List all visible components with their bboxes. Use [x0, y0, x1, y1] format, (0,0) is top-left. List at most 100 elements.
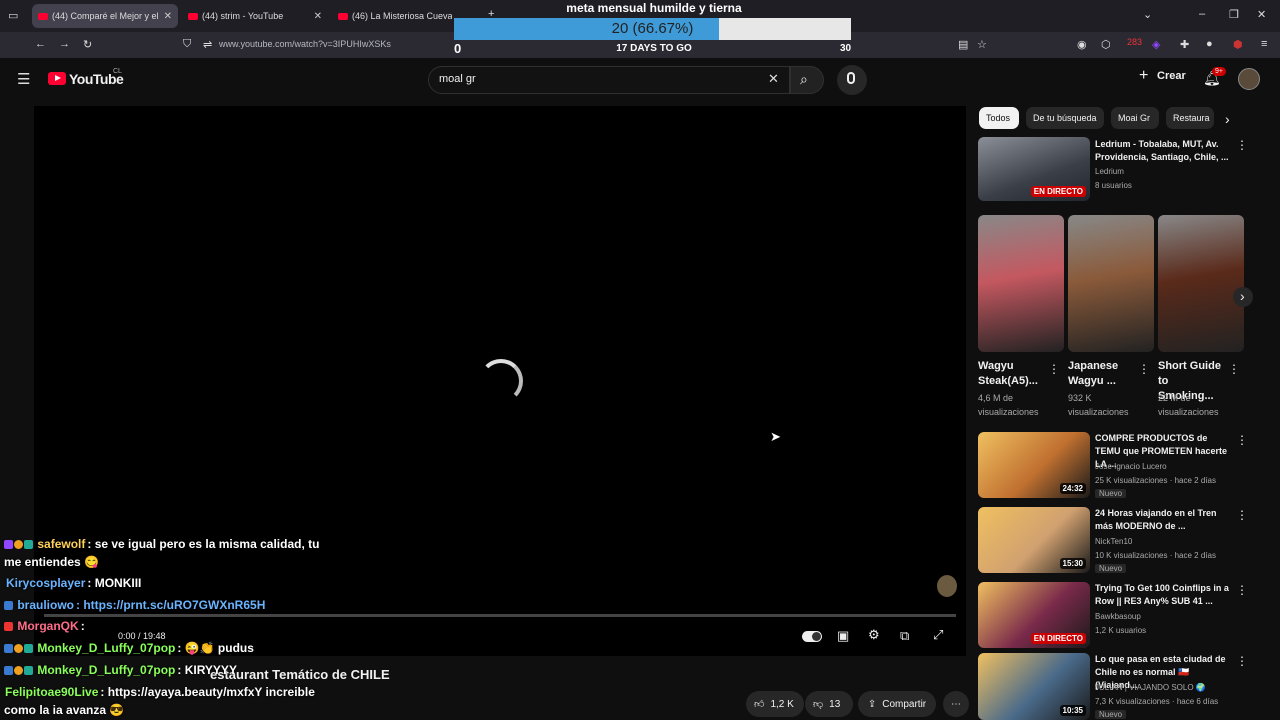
- short-thumbnail[interactable]: [1158, 215, 1244, 352]
- video-meta: 25 K visualizaciones · hace 2 días: [1095, 476, 1216, 485]
- url-bar[interactable]: www.youtube.com/watch?v=3IPUHIwXSKs: [219, 39, 391, 49]
- more-horizontal-icon: ⋯: [951, 698, 961, 710]
- share-icon: ⇪: [867, 698, 877, 710]
- fullscreen-icon[interactable]: ⤢: [933, 627, 943, 643]
- chat-text: : https://prnt.sc/uRO7GWXnR65H: [76, 598, 266, 612]
- chat-text: me entiendes 😋: [4, 555, 99, 569]
- dislike-button[interactable]: 👎︎ 13: [805, 691, 853, 717]
- chat-username[interactable]: Felipitoae90Live: [5, 685, 98, 699]
- video-thumbnail[interactable]: 24:32: [978, 432, 1090, 498]
- chevron-down-icon[interactable]: ⌄: [1143, 8, 1152, 21]
- chat-username[interactable]: safewolf: [37, 537, 85, 551]
- chip-todos[interactable]: Todos: [979, 107, 1019, 129]
- shorts-next-button[interactable]: ›: [1233, 287, 1253, 307]
- subtitles-icon[interactable]: ▣: [837, 628, 849, 644]
- chip-de-tu-busqueda[interactable]: De tu búsqueda: [1026, 107, 1104, 129]
- tab-3[interactable]: (46) La Misteriosa Cueva de C: [332, 4, 452, 28]
- short-thumbnail[interactable]: [978, 215, 1064, 352]
- maximize-icon[interactable]: ❐: [1229, 8, 1239, 21]
- puzzle-icon[interactable]: ✚: [1180, 38, 1189, 51]
- subscriber-badge-icon: [4, 540, 13, 549]
- channel-watermark[interactable]: [937, 575, 957, 597]
- featured-thumbnail[interactable]: EN DIRECTO: [978, 137, 1090, 201]
- youtube-logo-icon[interactable]: [48, 72, 66, 85]
- bookmark-star-icon[interactable]: ☆: [977, 38, 987, 51]
- more-vertical-icon[interactable]: ⋮: [1236, 583, 1248, 597]
- back-icon[interactable]: ←: [35, 38, 46, 50]
- forward-icon[interactable]: →: [59, 38, 70, 50]
- goal-progress-text: 20 (66.67%): [611, 20, 694, 37]
- more-vertical-icon[interactable]: ⋮: [1236, 433, 1248, 447]
- short-thumbnail[interactable]: [1068, 215, 1154, 352]
- video-thumbnail[interactable]: 15:30: [978, 507, 1090, 573]
- profile-extension-icon[interactable]: ●: [1206, 38, 1213, 50]
- twitch-extension-icon[interactable]: ◈: [1152, 38, 1160, 51]
- chip-moai-gr[interactable]: Moai Gr: [1111, 107, 1159, 129]
- miniplayer-icon[interactable]: ⧉: [900, 628, 909, 644]
- more-vertical-icon[interactable]: ⋮: [1228, 362, 1240, 376]
- tab-list-icon[interactable]: ▭: [8, 9, 18, 22]
- tab-2[interactable]: (44) strim - YouTube ✕: [182, 4, 328, 28]
- chat-message: como la ia avanza 😎: [4, 703, 124, 717]
- extension-icon[interactable]: ⬡: [1101, 38, 1111, 51]
- hamburger-menu-icon[interactable]: ☰: [17, 70, 30, 88]
- more-vertical-icon[interactable]: ⋮: [1236, 654, 1248, 668]
- chevron-right-icon[interactable]: ›: [1225, 111, 1230, 127]
- close-icon[interactable]: ✕: [314, 11, 322, 22]
- like-button[interactable]: 👍︎ 1,2 K: [746, 691, 804, 717]
- chat-username[interactable]: Kirycosplayer: [6, 576, 85, 590]
- settings-gear-icon[interactable]: ⚙: [868, 627, 880, 643]
- reader-view-icon[interactable]: ▤: [958, 38, 968, 51]
- region-code: CL: [113, 68, 122, 75]
- short-title[interactable]: Japanese Wagyu ...: [1068, 359, 1132, 389]
- goal-max: 30: [840, 43, 852, 54]
- chat-username[interactable]: Monkey_D_Luffy_07pop: [37, 663, 175, 677]
- clear-search-icon[interactable]: ✕: [768, 71, 779, 87]
- gift-badge-icon: [24, 540, 33, 549]
- video-channel[interactable]: JULIAN | VIAJANDO SOLO 🌍: [1095, 682, 1206, 694]
- close-icon[interactable]: ✕: [164, 11, 172, 22]
- short-title[interactable]: Wagyu Steak(A5)...: [978, 359, 1042, 389]
- site-permissions-icon[interactable]: ⇌: [203, 38, 212, 51]
- shield-icon[interactable]: ⛉: [183, 38, 191, 51]
- minimize-icon[interactable]: –: [1199, 8, 1205, 20]
- avatar[interactable]: [1238, 68, 1260, 90]
- chat-username[interactable]: MorganQK: [17, 619, 78, 633]
- search-box[interactable]: [428, 66, 790, 94]
- autoplay-toggle[interactable]: [802, 631, 822, 642]
- voice-search-button[interactable]: [837, 65, 867, 95]
- video-channel[interactable]: NickTen10: [1095, 536, 1132, 548]
- more-vertical-icon[interactable]: ⋮: [1138, 362, 1150, 376]
- more-vertical-icon[interactable]: ⋮: [1236, 508, 1248, 522]
- featured-title[interactable]: Ledrium - Tobalaba, MUT, Av. Providencia…: [1095, 138, 1230, 164]
- plus-icon[interactable]: +: [1139, 67, 1148, 85]
- video-thumbnail[interactable]: 10:35: [978, 653, 1090, 720]
- featured-channel[interactable]: Ledrium: [1095, 166, 1124, 178]
- video-thumbnail[interactable]: EN DIRECTO: [978, 582, 1090, 648]
- create-button[interactable]: Crear: [1157, 70, 1186, 82]
- video-title[interactable]: Trying To Get 100 Coinflips in a Row || …: [1095, 582, 1230, 608]
- notification-count-badge[interactable]: 283: [1127, 37, 1142, 47]
- chat-username[interactable]: Monkey_D_Luffy_07pop: [37, 641, 175, 655]
- reload-icon[interactable]: ↻: [83, 38, 92, 51]
- menu-icon[interactable]: ≡: [1261, 38, 1267, 50]
- more-vertical-icon[interactable]: ⋮: [1236, 138, 1248, 152]
- video-channel[interactable]: Bawkbasoup: [1095, 611, 1141, 623]
- chat-username[interactable]: brauliowo: [17, 598, 74, 612]
- video-title[interactable]: 24 Horas viajando en el Tren más MODERNO…: [1095, 507, 1230, 533]
- search-button[interactable]: ⌕: [790, 66, 824, 94]
- more-vertical-icon[interactable]: ⋮: [1048, 362, 1060, 376]
- share-button[interactable]: ⇪ Compartir: [858, 691, 936, 717]
- tab-1[interactable]: (44) Comparé el Mejor y el ✕: [32, 4, 178, 28]
- chip-restaurants[interactable]: Restaura: [1166, 107, 1214, 129]
- more-actions-button[interactable]: ⋯: [943, 691, 969, 717]
- youtube-favicon-icon: [188, 12, 198, 20]
- account-icon[interactable]: ◉: [1077, 38, 1087, 51]
- ublock-icon[interactable]: ⬢: [1233, 38, 1243, 51]
- video-channel[interactable]: Jose Ignacio Lucero: [1095, 461, 1167, 473]
- window-close-icon[interactable]: ✕: [1257, 8, 1266, 21]
- video-progress-bar[interactable]: [44, 614, 956, 617]
- dislike-count: 13: [829, 698, 841, 710]
- moderator-badge-icon: [4, 622, 13, 631]
- search-input[interactable]: moal gr: [439, 73, 476, 85]
